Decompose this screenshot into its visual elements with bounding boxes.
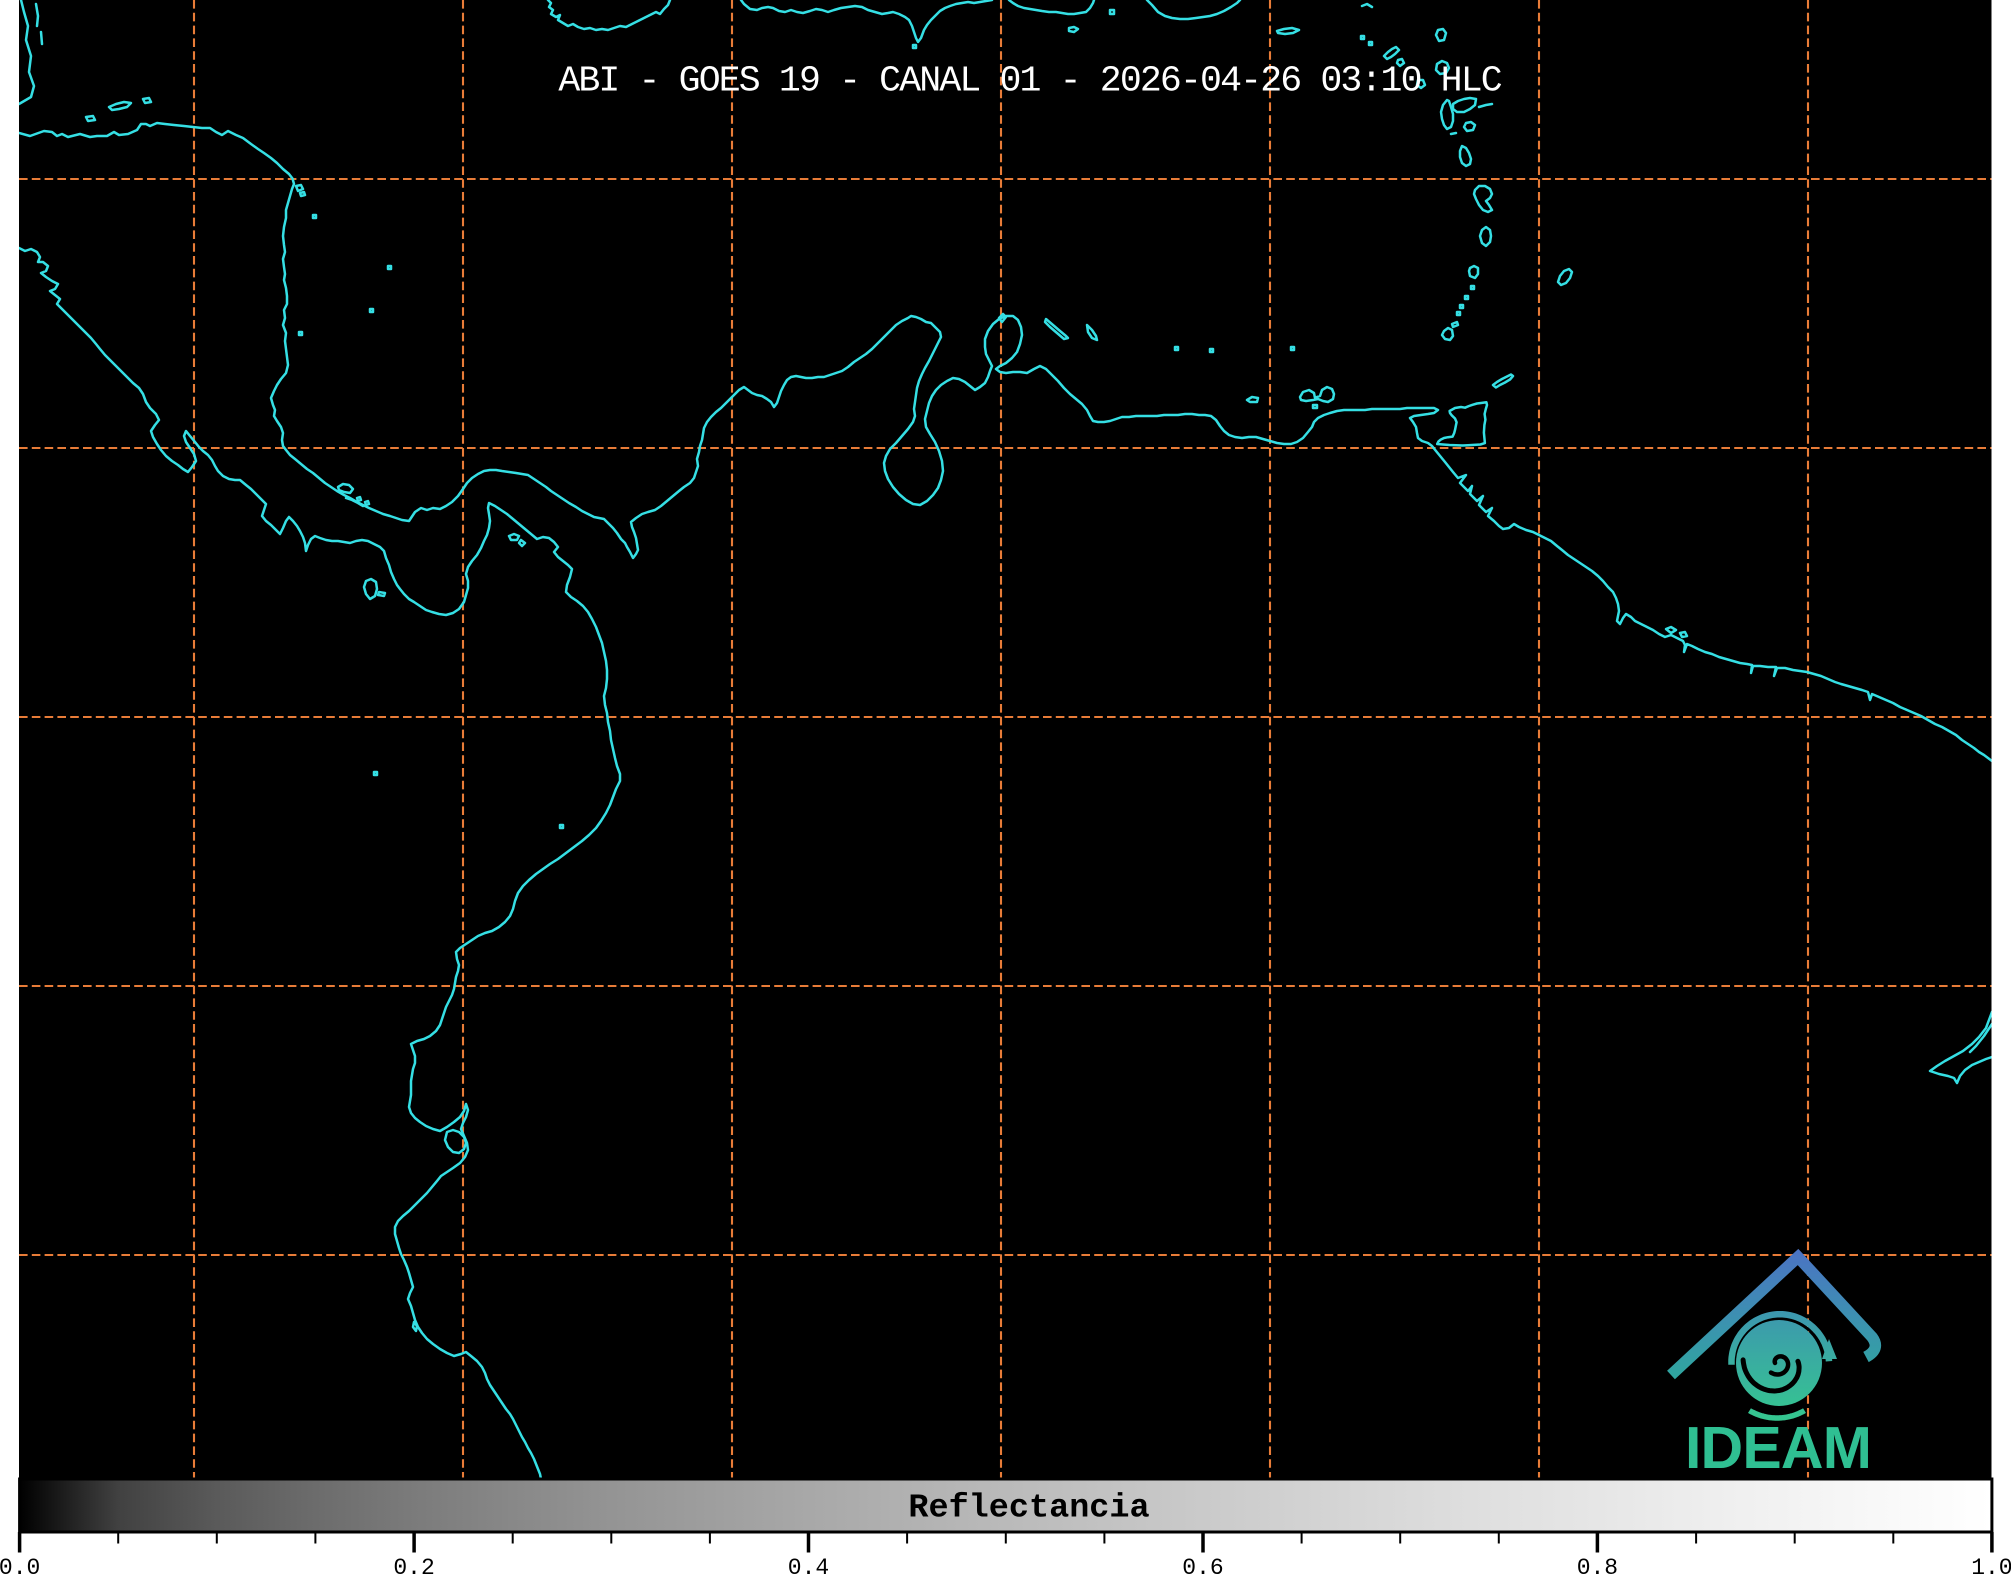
svg-text:0.8: 0.8 bbox=[1577, 1555, 1618, 1577]
svg-text:0.4: 0.4 bbox=[788, 1555, 829, 1577]
svg-text:ABI - GOES 19 - CANAL 01 - 202: ABI - GOES 19 - CANAL 01 - 2026-04-26 03… bbox=[558, 60, 1501, 101]
svg-text:IDEAM: IDEAM bbox=[1685, 1415, 1871, 1481]
svg-text:0.0: 0.0 bbox=[0, 1555, 40, 1577]
svg-text:Reflectancia: Reflectancia bbox=[908, 1490, 1149, 1528]
svg-text:0.2: 0.2 bbox=[393, 1555, 434, 1577]
svg-text:0.6: 0.6 bbox=[1182, 1555, 1223, 1577]
svg-text:1.0: 1.0 bbox=[1971, 1555, 2011, 1577]
